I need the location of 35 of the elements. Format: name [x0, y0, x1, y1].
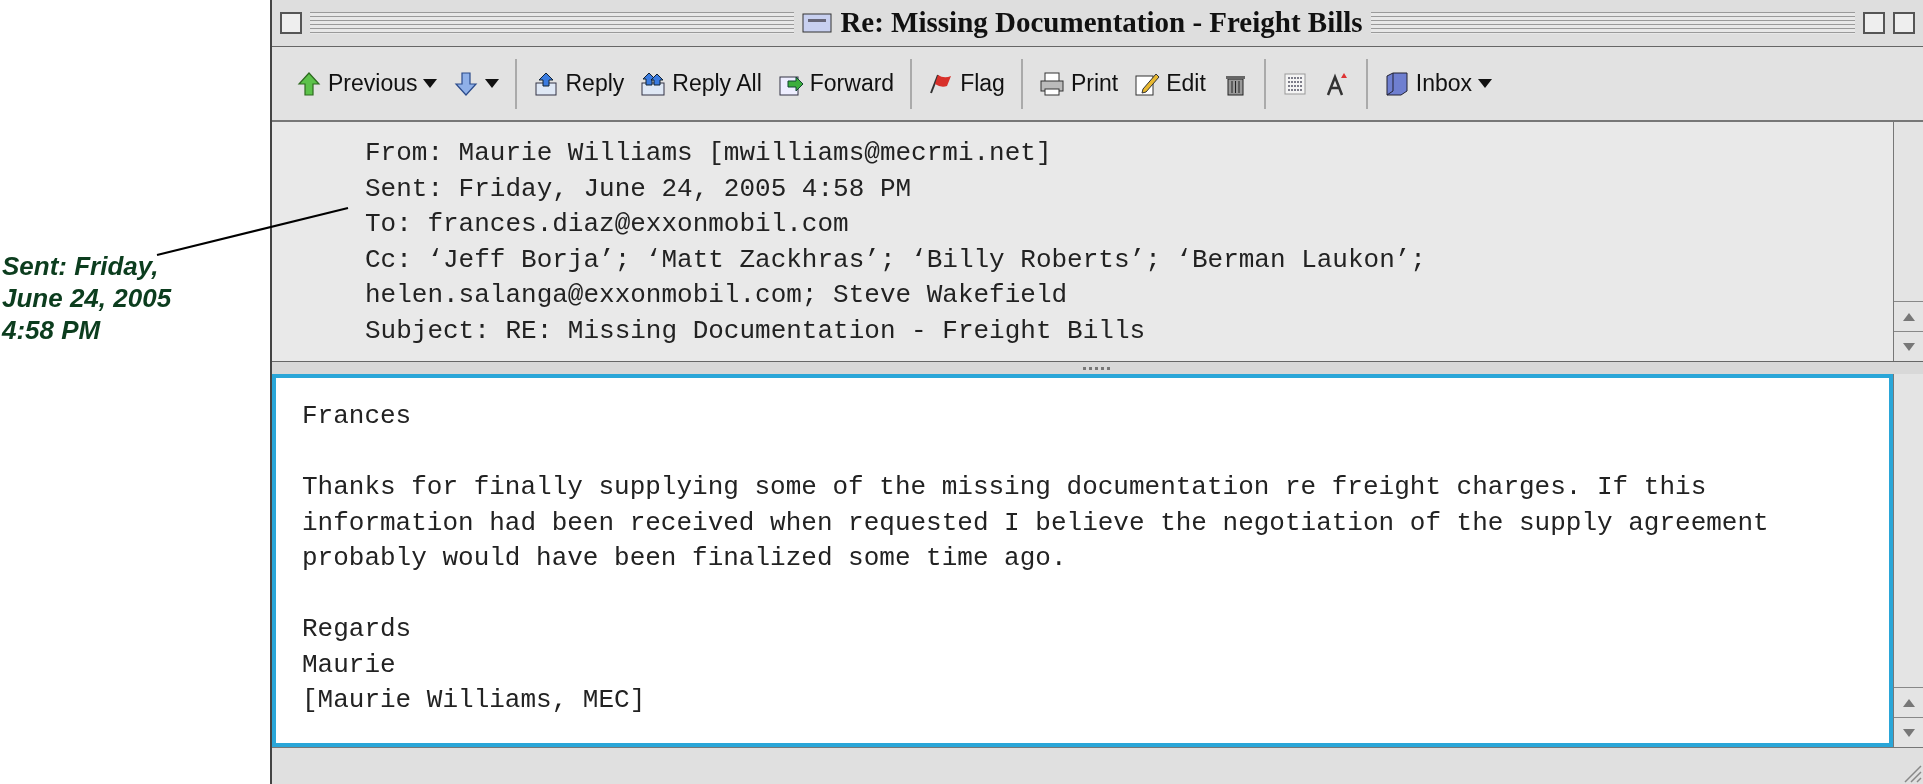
up-triangle-icon	[1902, 312, 1915, 321]
toolbar-button[interactable]: Reply All	[636, 63, 766, 104]
reply-all-icon	[640, 70, 667, 97]
down-triangle-icon	[1902, 728, 1915, 737]
caret-icon	[485, 79, 500, 88]
down-triangle-icon	[1902, 342, 1915, 351]
list-icon	[1281, 70, 1308, 97]
splitter-grip[interactable]	[1082, 366, 1113, 370]
collapse-box[interactable]	[1893, 12, 1915, 34]
annotation-text: Sent: Friday, June 24, 2005 4:58 PM	[2, 250, 173, 346]
up-triangle-icon	[1902, 698, 1915, 707]
toolbar-button[interactable]: Flag	[924, 63, 1009, 104]
toolbar-button[interactable]: Reply	[529, 63, 629, 104]
body-paragraph: Thanks for finally supplying some of the missing documentation re freight charges. If this information had been received when requested I believe the negotiation of the supply agreement probably would have been finalized some time ago.	[302, 471, 1769, 575]
caret-icon	[423, 79, 438, 88]
envelope-icon	[802, 13, 833, 33]
header-text: From: Maurie Williams [mwilliams@mecrmi.net] Sent: Friday, June 24, 2005 4:58 PM To: frances.diaz@exxonmobil.com Cc: ‘Jeff Borja’; ‘Matt Zackhras’; ‘Billy Roberts’; ‘Berman Laukon’; helen.salanga@exxonmobil.com; Steve Wakefield Subject: RE: Missing Documentation - Freight Bills	[364, 137, 1427, 348]
close-box[interactable]	[280, 12, 302, 34]
window-title: Re: Missing Documentation - Freight Bills	[840, 5, 1363, 41]
toolbar-button[interactable]: Inbox	[1379, 63, 1497, 104]
zoom-box[interactable]	[1863, 12, 1885, 34]
body-paragraph: Frances	[302, 400, 412, 433]
toolbar-button[interactable]: Edit	[1130, 63, 1210, 104]
mailbox-icon	[1383, 70, 1410, 97]
reply-icon	[533, 70, 560, 97]
up-arrow-icon	[296, 70, 322, 97]
title-bar-stripes[interactable]	[1370, 12, 1855, 34]
body-paragraph: Regards Maurie [Maurie Williams, MEC]	[302, 613, 646, 717]
toolbar-button[interactable]: Print	[1034, 63, 1123, 104]
toolbar-button[interactable]: Previous	[292, 63, 442, 104]
down-arrow-icon	[453, 70, 480, 97]
printer-icon	[1038, 70, 1065, 97]
title-bar-stripes[interactable]	[310, 12, 795, 34]
toolbar-button[interactable]: Forward	[773, 63, 899, 104]
caret-icon	[1478, 79, 1493, 88]
